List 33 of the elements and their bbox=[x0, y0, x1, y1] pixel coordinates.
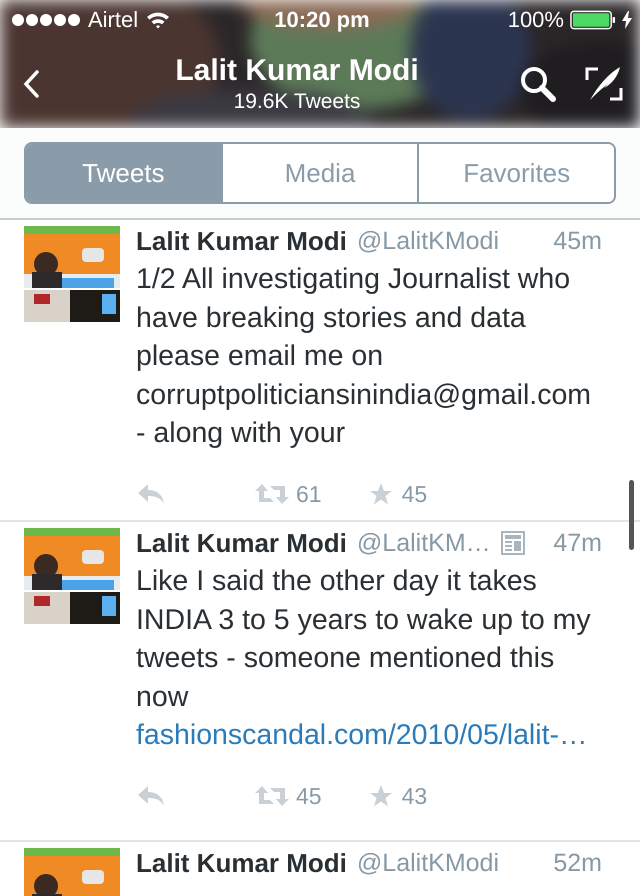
tab[interactable]: Tweets bbox=[26, 144, 221, 202]
battery-icon bbox=[570, 10, 616, 30]
battery-percent: 100% bbox=[508, 7, 564, 33]
author-name: Lalit Kumar Modi bbox=[136, 528, 347, 558]
tweet-time: 47m bbox=[553, 528, 602, 558]
favorite-count: 45 bbox=[402, 480, 428, 508]
tweet-time: 45m bbox=[553, 226, 602, 256]
tweet-text: Like I said the other day it takes INDIA 3 to 5 years to wake up to my tweets - someone mentioned this now fashionscandal.com/2010/05/lalit-… bbox=[136, 564, 592, 753]
tweet-link[interactable]: fashionscandal.com/2010/05/lalit-… bbox=[136, 719, 588, 751]
tweet-text: 1/2 All investigating Journalist who have breaking stories and data please email me on corruptpoliticiansinindia@gmail.com - along with your bbox=[136, 262, 592, 451]
carrier-name: Airtel bbox=[88, 7, 138, 33]
tab[interactable]: Favorites bbox=[417, 144, 614, 202]
retweet-count: 45 bbox=[296, 782, 322, 810]
author-handle: @LalitKModi bbox=[356, 226, 500, 256]
author-handle: @LalitKM… bbox=[356, 528, 491, 558]
status-time: 10:20 pm bbox=[274, 7, 370, 33]
author-name: Lalit Kumar Modi bbox=[136, 226, 347, 256]
favorite-count: 43 bbox=[402, 782, 428, 810]
reply-icon[interactable] bbox=[136, 482, 166, 506]
wifi-icon bbox=[146, 11, 170, 29]
scroll-bar bbox=[629, 480, 634, 550]
signal-icon bbox=[12, 14, 80, 26]
tweet-time: 52m bbox=[553, 848, 602, 878]
tweet-count: 19.6K Tweets bbox=[232, 89, 362, 115]
author-handle: @LalitKModi bbox=[356, 848, 500, 878]
author-name: Lalit Kumar Modi bbox=[136, 848, 347, 878]
search-icon[interactable] bbox=[518, 64, 558, 104]
retweet-icon[interactable] bbox=[254, 784, 290, 808]
retweet-icon[interactable] bbox=[254, 482, 290, 506]
reply-icon[interactable] bbox=[136, 784, 166, 808]
profile-name: Lalit Kumar Modi bbox=[174, 53, 420, 89]
tab[interactable]: Media bbox=[220, 144, 418, 202]
retweet-count: 61 bbox=[296, 480, 322, 508]
